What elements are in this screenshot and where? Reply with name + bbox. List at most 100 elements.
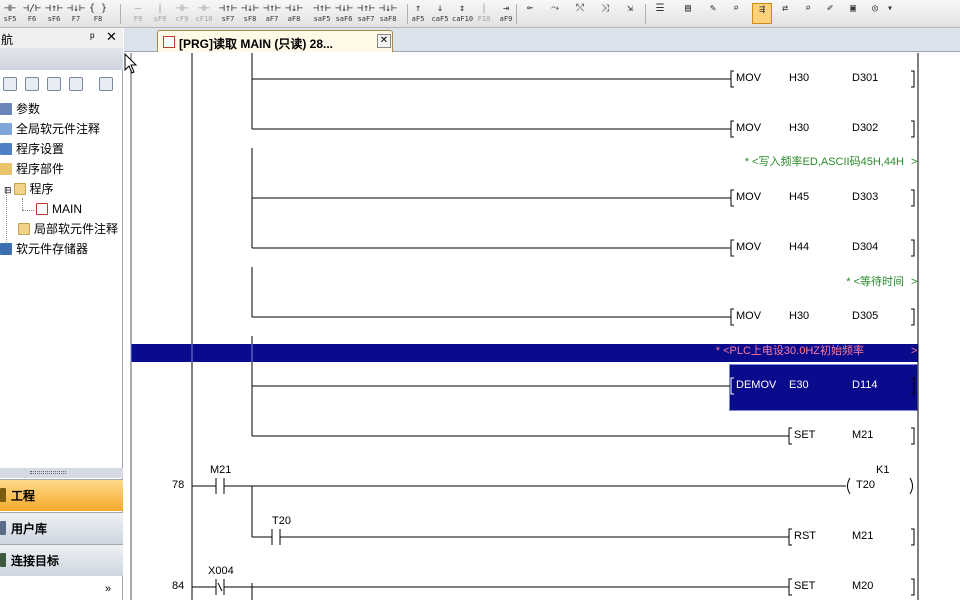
ladder-symbol-button[interactable]: ↕ caF10 bbox=[452, 3, 473, 24]
ladder-symbol-icon: ⊣↑⊢ bbox=[44, 3, 64, 14]
ladder-symbol-button[interactable]: ↑ aF5 bbox=[408, 3, 428, 24]
ladder-symbol-button[interactable]: ↓ caF5 bbox=[430, 3, 450, 24]
wire-erase-icon[interactable]: ⤨ bbox=[595, 3, 615, 24]
ladder-symbol-button[interactable]: | sF9 bbox=[150, 3, 170, 24]
close-icon[interactable]: ✕ bbox=[106, 29, 117, 45]
ladder-symbol-icon: — bbox=[134, 3, 142, 14]
program-icon bbox=[163, 36, 175, 48]
device-list-icon[interactable]: ☰ bbox=[650, 3, 670, 24]
ladder-symbol-button[interactable]: ⊣↑⊢ aF7 bbox=[262, 3, 282, 24]
ladder-symbol-button[interactable]: { } F8 bbox=[88, 3, 108, 24]
ladder-symbol-button[interactable]: ⊣↑⊢ sF7 bbox=[218, 3, 238, 24]
tree-item-label: 局部软元件注释 bbox=[34, 222, 119, 236]
monitor-write-icon[interactable]: ⇄ bbox=[775, 3, 795, 24]
ladder-symbol-button[interactable]: — F9 bbox=[128, 3, 148, 24]
statement-comment-end: > bbox=[911, 345, 918, 357]
instruction-bracket bbox=[788, 427, 792, 445]
toolbar-separator bbox=[645, 4, 646, 24]
instruction-source: E30 bbox=[789, 379, 809, 391]
nav-toolbar bbox=[0, 74, 123, 96]
ladder-symbol-button[interactable]: ⊣⊢ cF10 bbox=[194, 3, 214, 24]
watch-icon[interactable]: ✐ bbox=[820, 3, 840, 24]
tree-item-global-comment[interactable]: 全局软元件注释 bbox=[0, 120, 100, 138]
ladder-symbol-icon: ⊣↑⊢ bbox=[262, 3, 282, 14]
instruction-bracket bbox=[730, 120, 734, 138]
tree-item-parameter[interactable]: 参数 bbox=[0, 100, 40, 118]
tree-item-label: 程序 bbox=[29, 182, 54, 196]
ladder-symbol-button[interactable]: ⊣↓⊢ aF8 bbox=[284, 3, 304, 24]
tree-item-local-comment[interactable]: 局部软元件注释 bbox=[18, 220, 118, 238]
ladder-symbol-button[interactable]: ⊣⊢ cF9 bbox=[172, 3, 192, 24]
tree-item-program-setting[interactable]: 程序设置 bbox=[0, 140, 64, 158]
ladder-symbol-icon: ⊣/⊢ bbox=[22, 3, 42, 14]
pin-icon[interactable]: ᵖ bbox=[90, 30, 95, 44]
navigation-pane: 航 ᵖ ✕ 参数 全局软元件注释 程序设置 程序部件 ⊟ 程序 MAIN 局部软元… bbox=[0, 28, 123, 600]
instruction-name: SET bbox=[794, 429, 816, 441]
find-icon[interactable]: ⌕ bbox=[726, 3, 746, 24]
convert-icon[interactable]: ⇲ bbox=[620, 3, 640, 24]
ladder-editor[interactable]: MOV H30 D301 MOV H30 D302 * <写入频率ED,ASCII码45H,… bbox=[124, 53, 960, 600]
nav-section-label: 用户库 bbox=[11, 522, 48, 536]
contact-device: M21 bbox=[210, 464, 232, 476]
ladder-symbol-button[interactable]: ⊣↓⊢ saF8 bbox=[378, 3, 398, 24]
nav-section-project[interactable]: 工程 bbox=[0, 479, 123, 511]
zoom-device-icon[interactable]: ⌕ bbox=[798, 3, 818, 24]
shortcut-label: sF6 bbox=[47, 15, 61, 23]
ladder-symbol-button[interactable]: ⊣↓⊢ sF8 bbox=[240, 3, 260, 24]
document-icon[interactable]: ▤ bbox=[678, 3, 698, 24]
ladder-symbol-button[interactable]: ⇥ aF9 bbox=[496, 3, 516, 24]
nav-splitter[interactable] bbox=[0, 468, 123, 478]
instruction-bracket bbox=[730, 239, 734, 257]
shortcut-label: saF5 bbox=[313, 15, 331, 23]
ladder-symbol-button[interactable]: ⊣↑⊢ saF7 bbox=[356, 3, 376, 24]
tree-item-program[interactable]: ⊟ 程序 bbox=[4, 180, 54, 198]
instruction-source: H44 bbox=[789, 241, 810, 253]
ladder-symbol-button[interactable]: ⊣↓⊢ saF6 bbox=[334, 3, 354, 24]
ladder-symbol-icon: ⊣↓⊢ bbox=[378, 3, 398, 14]
ladder-symbol-button[interactable]: | F10 bbox=[474, 3, 494, 24]
ladder-symbol-button[interactable]: ⊣⊢ sF5 bbox=[0, 3, 20, 24]
ladder-symbol-button[interactable]: ⊣↓⊢ F7 bbox=[66, 3, 86, 24]
shortcut-label: sF8 bbox=[243, 15, 257, 23]
toolbar-overflow-icon[interactable]: ▾ bbox=[886, 3, 894, 24]
tree-item-pou[interactable]: 程序部件 bbox=[0, 160, 64, 178]
monitor-mode-icon[interactable]: ⇶ bbox=[752, 3, 772, 24]
document-edit-icon[interactable]: ✎ bbox=[703, 3, 723, 24]
tree-item-label: 程序部件 bbox=[16, 162, 65, 176]
shortcut-label: saF8 bbox=[379, 15, 397, 23]
wire-delete-icon[interactable]: ⤲ bbox=[570, 3, 590, 24]
tab-label: [PRG]读取 MAIN (只读) 28... bbox=[179, 37, 334, 51]
tab-main-program[interactable]: [PRG]读取 MAIN (只读) 28... ✕ bbox=[157, 30, 393, 52]
instruction-bracket bbox=[911, 120, 915, 138]
nav-more-icon[interactable]: » bbox=[105, 583, 111, 595]
ladder-symbol-button[interactable]: ⊣/⊢ F6 bbox=[22, 3, 42, 24]
tree-connector bbox=[22, 198, 23, 210]
wire-draw-icon[interactable]: ⤳ bbox=[545, 3, 565, 24]
tree-item-device-memory[interactable]: 软元件存储器 bbox=[0, 240, 88, 258]
register-icon[interactable]: ▣ bbox=[843, 3, 863, 24]
instruction-bracket bbox=[911, 377, 915, 395]
tree-item-main[interactable]: MAIN bbox=[36, 200, 82, 218]
zoom-icon[interactable]: ◎ bbox=[865, 3, 885, 24]
ladder-symbol-icon: ↕ bbox=[458, 3, 466, 14]
ladder-symbol-button[interactable]: ⊣↑⊢ saF5 bbox=[312, 3, 332, 24]
nav-section-connection[interactable]: 连接目标 bbox=[0, 544, 123, 576]
copy-icon[interactable] bbox=[3, 77, 17, 91]
refresh-icon[interactable] bbox=[69, 77, 83, 91]
tab-close-icon[interactable]: ✕ bbox=[377, 34, 391, 48]
new-data-icon[interactable] bbox=[99, 77, 113, 91]
ladder-symbol-button[interactable]: ⊣↑⊢ sF6 bbox=[44, 3, 64, 24]
instruction-name: MOV bbox=[736, 241, 762, 253]
collapse-icon[interactable]: ⊟ bbox=[4, 185, 12, 195]
ladder-edit-icon[interactable]: ⟜ bbox=[520, 3, 540, 24]
tree-item-label: 参数 bbox=[16, 102, 41, 116]
comment-icon bbox=[0, 123, 12, 135]
instruction-source: H30 bbox=[789, 72, 810, 84]
nav-section-library[interactable]: 用户库 bbox=[0, 512, 123, 544]
folder-icon bbox=[18, 223, 30, 235]
ladder-symbol-icon: | bbox=[480, 3, 488, 14]
ladder-symbol-icon: ⊣↓⊢ bbox=[334, 3, 354, 14]
contact-device: X004 bbox=[208, 565, 234, 577]
property-icon[interactable] bbox=[47, 77, 61, 91]
paste-icon[interactable] bbox=[25, 77, 39, 91]
